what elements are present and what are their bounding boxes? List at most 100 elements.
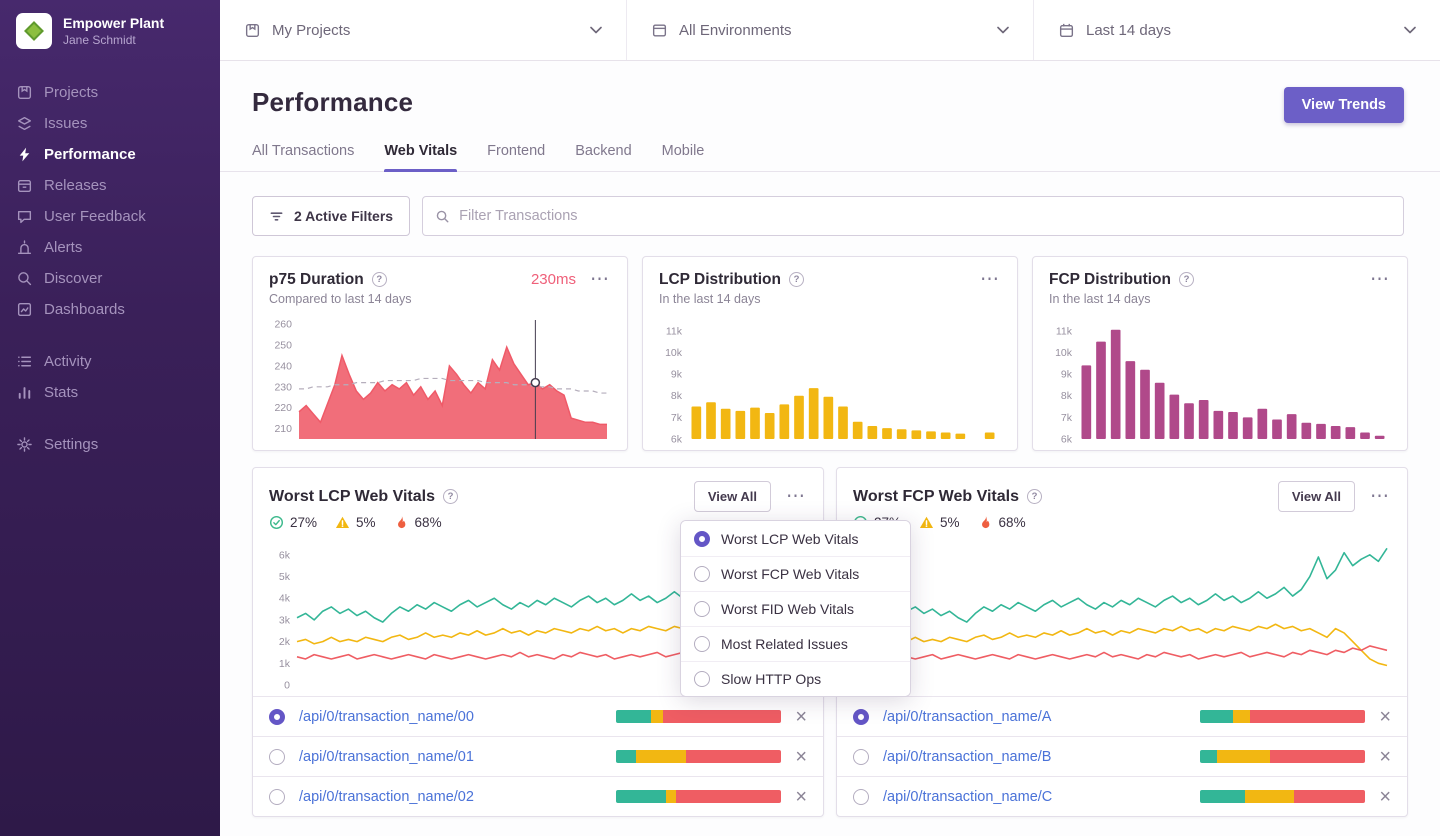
sidebar-item-alerts[interactable]: Alerts bbox=[0, 232, 220, 263]
radio-icon bbox=[694, 531, 710, 547]
help-icon[interactable]: ? bbox=[443, 489, 458, 504]
sidebar-item-projects[interactable]: Projects bbox=[0, 77, 220, 108]
svg-text:11k: 11k bbox=[1056, 325, 1073, 337]
svg-text:6k: 6k bbox=[671, 434, 683, 445]
sidebar-item-dashboards[interactable]: Dashboards bbox=[0, 294, 220, 325]
radio-icon[interactable] bbox=[269, 749, 285, 765]
environment-selector-icon bbox=[651, 22, 668, 39]
card-title: FCP Distribution bbox=[1049, 271, 1171, 289]
sidebar-item-label: Performance bbox=[44, 146, 136, 163]
menu-item-most-related-issues[interactable]: Most Related Issues bbox=[681, 626, 910, 661]
close-icon[interactable]: × bbox=[1379, 787, 1391, 807]
help-icon[interactable]: ? bbox=[372, 272, 387, 287]
chevron-down-icon bbox=[590, 26, 602, 34]
sidebar-item-label: Settings bbox=[44, 436, 98, 453]
org-switcher[interactable]: Empower Plant Jane Schmidt bbox=[0, 0, 220, 65]
svg-text:6k: 6k bbox=[1061, 434, 1073, 445]
sidebar-item-performance[interactable]: Performance bbox=[0, 139, 220, 170]
calendar-icon bbox=[1058, 22, 1075, 39]
tab-mobile[interactable]: Mobile bbox=[662, 143, 705, 171]
sidebar-item-stats[interactable]: Stats bbox=[0, 377, 220, 408]
view-all-button[interactable]: View All bbox=[694, 481, 771, 512]
releases-icon bbox=[16, 177, 33, 194]
transaction-link[interactable]: /api/0/transaction_name/02 bbox=[299, 789, 602, 805]
svg-text:3k: 3k bbox=[279, 614, 291, 626]
tab-all-transactions[interactable]: All Transactions bbox=[252, 143, 354, 171]
card-subtitle: In the last 14 days bbox=[659, 292, 1001, 306]
menu-item-worst-lcp[interactable]: Worst LCP Web Vitals bbox=[681, 521, 910, 556]
tab-frontend[interactable]: Frontend bbox=[487, 143, 545, 171]
gear-icon bbox=[16, 436, 33, 453]
transaction-row: /api/0/transaction_name/02 × bbox=[253, 776, 823, 816]
card-subtitle: Compared to last 14 days bbox=[269, 292, 611, 306]
tab-backend[interactable]: Backend bbox=[575, 143, 631, 171]
svg-text:230: 230 bbox=[274, 381, 292, 393]
poor-stat: 68% bbox=[978, 515, 1026, 530]
menu-item-slow-http-ops[interactable]: Slow HTTP Ops bbox=[681, 661, 910, 696]
help-icon[interactable]: ? bbox=[1027, 489, 1042, 504]
transaction-link[interactable]: /api/0/transaction_name/01 bbox=[299, 749, 602, 765]
more-options-icon[interactable]: ⋯ bbox=[1370, 270, 1391, 289]
more-options-icon[interactable]: ⋯ bbox=[590, 270, 611, 289]
close-icon[interactable]: × bbox=[1379, 707, 1391, 727]
close-icon[interactable]: × bbox=[795, 747, 807, 767]
sidebar-item-user-feedback[interactable]: User Feedback bbox=[0, 201, 220, 232]
environment-selector[interactable]: All Environments bbox=[627, 0, 1034, 60]
transaction-link[interactable]: /api/0/transaction_name/C bbox=[883, 789, 1186, 805]
radio-icon bbox=[694, 566, 710, 582]
vitals-summary-row: p75 Duration ? 230ms ⋯ Compared to last … bbox=[220, 236, 1440, 451]
org-logo-diamond-icon bbox=[24, 21, 44, 41]
p75-duration-chart: 260250240230220210 bbox=[269, 314, 611, 444]
vitals-widget-menu: Worst LCP Web Vitals Worst FCP Web Vital… bbox=[680, 520, 911, 697]
card-subtitle: In the last 14 days bbox=[1049, 292, 1391, 306]
active-filters-button[interactable]: 2 Active Filters bbox=[252, 196, 410, 236]
vitals-distribution-bar bbox=[616, 790, 781, 803]
project-selector[interactable]: My Projects bbox=[220, 0, 627, 60]
sidebar-item-releases[interactable]: Releases bbox=[0, 170, 220, 201]
radio-icon[interactable] bbox=[853, 789, 869, 805]
more-options-icon[interactable]: ⋯ bbox=[1370, 487, 1391, 506]
filter-row: 2 Active Filters bbox=[220, 172, 1440, 236]
more-options-icon[interactable]: ⋯ bbox=[980, 270, 1001, 289]
sidebar-item-discover[interactable]: Discover bbox=[0, 263, 220, 294]
card-title: p75 Duration bbox=[269, 271, 364, 289]
radio-icon[interactable] bbox=[853, 709, 869, 725]
help-icon[interactable]: ? bbox=[1179, 272, 1194, 287]
svg-text:4k: 4k bbox=[279, 593, 291, 605]
sidebar-item-issues[interactable]: Issues bbox=[0, 108, 220, 139]
transaction-link[interactable]: /api/0/transaction_name/00 bbox=[299, 709, 602, 725]
sidebar-item-activity[interactable]: Activity bbox=[0, 346, 220, 377]
transaction-link[interactable]: /api/0/transaction_name/B bbox=[883, 749, 1186, 765]
worst-fcp-chart: 6k5k4k3k2k1k0 bbox=[853, 538, 1391, 690]
view-all-button[interactable]: View All bbox=[1278, 481, 1355, 512]
menu-item-label: Worst LCP Web Vitals bbox=[721, 531, 858, 547]
sidebar-item-settings[interactable]: Settings bbox=[0, 429, 220, 460]
transaction-link[interactable]: /api/0/transaction_name/A bbox=[883, 709, 1186, 725]
sidebar-primary-nav: Projects Issues Performance Releases Use… bbox=[0, 77, 220, 325]
svg-text:10k: 10k bbox=[1055, 347, 1073, 359]
close-icon[interactable]: × bbox=[795, 787, 807, 807]
menu-item-worst-fcp[interactable]: Worst FCP Web Vitals bbox=[681, 556, 910, 591]
svg-text:220: 220 bbox=[274, 402, 292, 414]
radio-icon[interactable] bbox=[269, 789, 285, 805]
more-options-icon[interactable]: ⋯ bbox=[786, 487, 807, 506]
close-icon[interactable]: × bbox=[1379, 747, 1391, 767]
radio-icon bbox=[694, 671, 710, 687]
svg-text:240: 240 bbox=[274, 360, 292, 372]
main-content: Performance View Trends All Transactions… bbox=[220, 61, 1440, 836]
transactions-search-input[interactable] bbox=[459, 208, 1391, 224]
close-icon[interactable]: × bbox=[795, 707, 807, 727]
check-circle-icon bbox=[269, 515, 284, 530]
environment-selector-label: All Environments bbox=[679, 22, 792, 39]
transaction-row: /api/0/transaction_name/00 × bbox=[253, 696, 823, 736]
date-range-selector[interactable]: Last 14 days bbox=[1034, 0, 1440, 60]
menu-item-worst-fid[interactable]: Worst FID Web Vitals bbox=[681, 591, 910, 626]
help-icon[interactable]: ? bbox=[789, 272, 804, 287]
fire-icon bbox=[978, 515, 993, 530]
tab-web-vitals[interactable]: Web Vitals bbox=[384, 143, 457, 171]
radio-icon[interactable] bbox=[853, 749, 869, 765]
radio-icon[interactable] bbox=[269, 709, 285, 725]
view-trends-button[interactable]: View Trends bbox=[1284, 87, 1404, 123]
search-field bbox=[422, 196, 1404, 236]
vitals-distribution-bar bbox=[1200, 790, 1365, 803]
